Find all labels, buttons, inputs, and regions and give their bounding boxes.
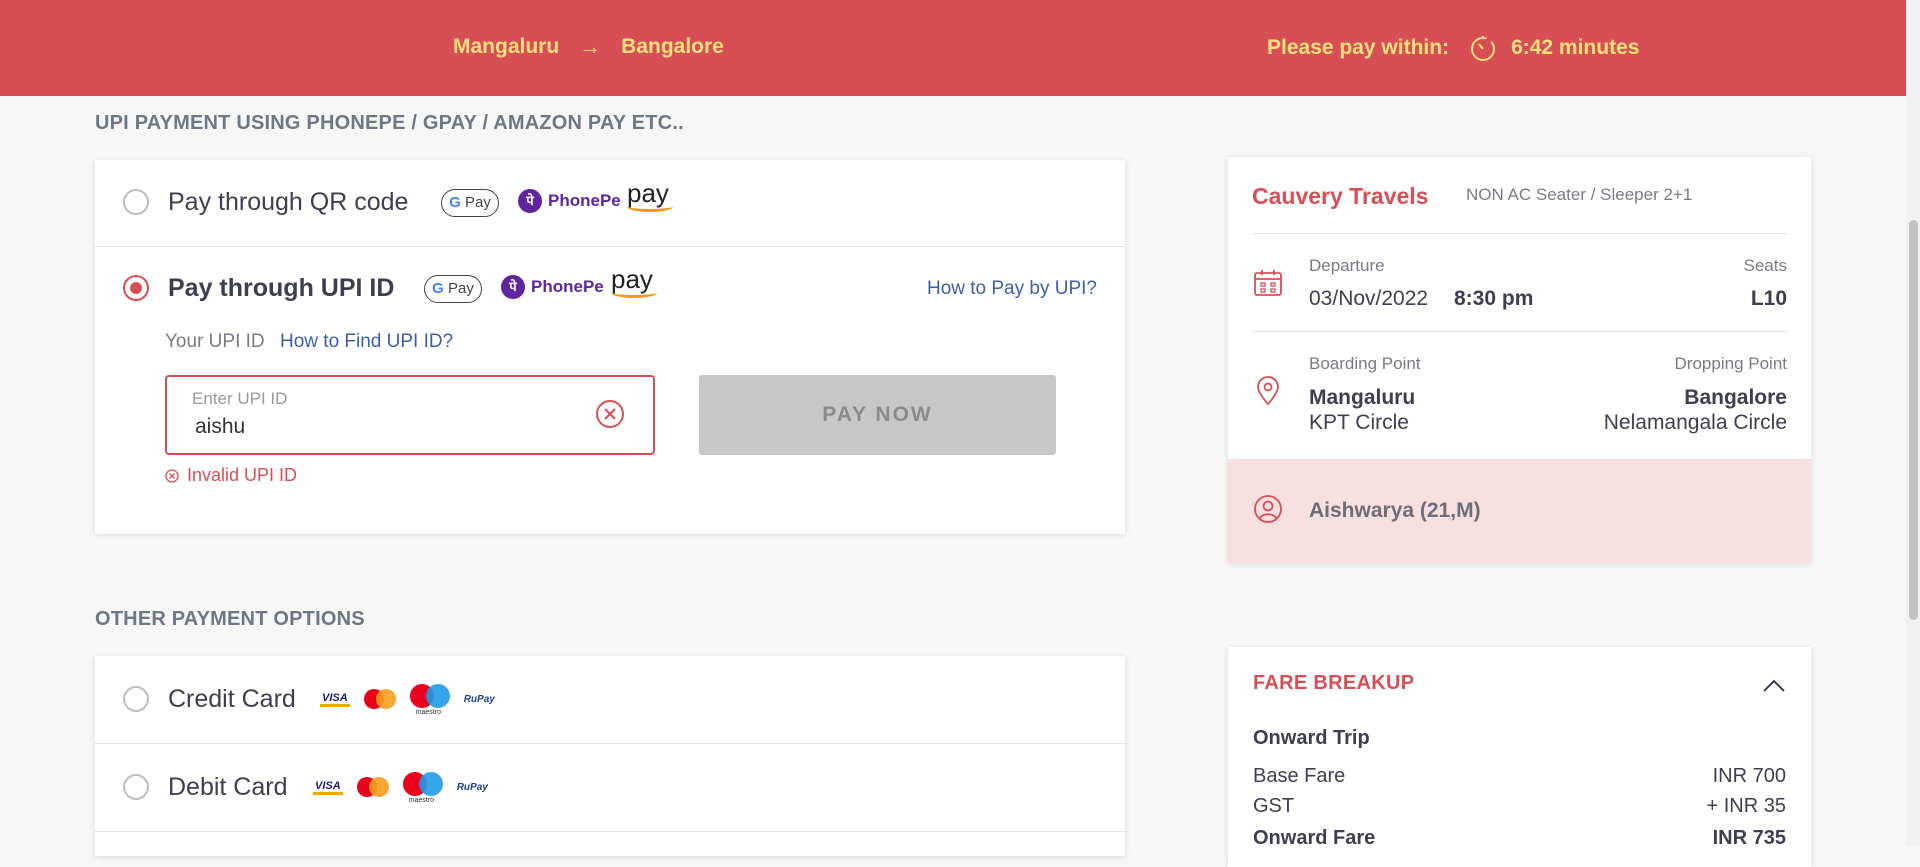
dropping-label: Dropping Point — [1674, 354, 1787, 373]
onward-fare-value: INR 735 — [1712, 827, 1786, 849]
scrollbar-thumb[interactable] — [1909, 220, 1918, 620]
onward-fare-row: Onward Fare INR 735 — [1253, 827, 1786, 850]
bus-type: NON AC Seater / Sleeper 2+1 — [1466, 185, 1693, 204]
timer-label: Please pay within: — [1267, 36, 1450, 59]
upi-card: Pay through QR code G Pay पे PhonePe pay … — [95, 160, 1125, 534]
onward-trip-heading: Onward Trip — [1253, 727, 1370, 749]
gst-value: + INR 35 — [1706, 795, 1786, 817]
header-bar: Mangaluru → Bangalore Please pay within:… — [0, 0, 1906, 96]
passenger-name: Aishwarya (21,M) — [1309, 499, 1481, 522]
user-icon — [1254, 495, 1282, 523]
seats-label: Seats — [1743, 256, 1787, 275]
gpay-logo: G Pay — [424, 275, 482, 303]
departure-label: Departure — [1309, 256, 1385, 275]
qr-option-label: Pay through QR code — [168, 188, 409, 216]
base-fare-label: Base Fare — [1253, 765, 1346, 787]
phonepe-logo: पे PhonePe — [518, 189, 621, 213]
how-to-find-link[interactable]: How to Find UPI ID? — [280, 331, 453, 353]
passenger-row: Aishwarya (21,M) — [1228, 459, 1811, 563]
upi-section-title: UPI PAYMENT USING PHONEPE / GPAY / AMAZO… — [95, 112, 684, 134]
upi-input-placeholder: Enter UPI ID — [192, 389, 288, 408]
debit-card-radio[interactable] — [123, 774, 149, 800]
upi-error: Invalid UPI ID — [165, 465, 297, 486]
chevron-up-icon[interactable] — [1762, 677, 1786, 693]
rupay-logo: RuPay — [456, 781, 488, 793]
route: Mangaluru → Bangalore — [453, 34, 724, 60]
divider — [1252, 331, 1787, 332]
visa-logo: VISA — [320, 692, 350, 707]
your-upi-label: Your UPI ID — [165, 331, 265, 352]
departure-time: 8:30 pm — [1454, 287, 1534, 310]
mastercard-logo — [363, 689, 396, 709]
divider — [1252, 233, 1787, 234]
amazon-pay-logo: pay — [611, 264, 657, 298]
departure-date: 03/Nov/2022 — [1309, 287, 1429, 310]
payment-timer: Please pay within: 6:42 minutes — [1267, 34, 1639, 62]
how-to-pay-link[interactable]: How to Pay by UPI? — [927, 278, 1097, 300]
maestro-logo: maestro — [402, 772, 443, 804]
qr-radio[interactable] — [123, 189, 149, 215]
location-pin-icon — [1257, 376, 1279, 406]
gst-label: GST — [1253, 795, 1295, 817]
upi-option-label: Pay through UPI ID — [168, 274, 395, 302]
error-text: Invalid UPI ID — [187, 465, 298, 485]
debit-card-option[interactable]: Debit Card VISA maestro RuPay — [95, 744, 1125, 832]
gst-row: GST + INR 35 — [1253, 795, 1786, 818]
rupay-logo: RuPay — [463, 693, 495, 705]
maestro-logo: maestro — [409, 684, 450, 716]
amazon-pay-logo: pay — [627, 178, 673, 212]
mastercard-logo — [356, 777, 389, 797]
dropping-place: Nelamangala Circle — [1603, 411, 1787, 434]
upi-id-input[interactable]: Enter UPI ID aishu — [165, 375, 655, 455]
route-to: Bangalore — [621, 35, 724, 58]
card-logos: VISA maestro RuPay — [320, 684, 495, 716]
fare-title: FARE BREAKUP — [1253, 672, 1415, 694]
dropping-city: Bangalore — [1684, 386, 1787, 409]
arrow-right-icon: → — [579, 34, 602, 59]
credit-card-radio[interactable] — [123, 686, 149, 712]
phonepe-logo: पे PhonePe — [501, 275, 604, 299]
boarding-label: Boarding Point — [1309, 354, 1421, 373]
credit-card-option[interactable]: Credit Card VISA maestro RuPay — [95, 656, 1125, 744]
card-logos: VISA maestro RuPay — [313, 772, 488, 804]
timer-value: 6:42 minutes — [1511, 36, 1640, 59]
operator-name: Cauvery Travels — [1252, 183, 1429, 209]
credit-card-label: Credit Card — [168, 685, 296, 713]
pay-now-button[interactable]: PAY NOW — [699, 375, 1056, 455]
visa-logo: VISA — [313, 780, 343, 795]
onward-fare-label: Onward Fare — [1253, 827, 1376, 849]
fare-breakup-card: FARE BREAKUP Onward Trip Base Fare INR 7… — [1228, 647, 1811, 867]
upi-radio-selected[interactable] — [123, 275, 149, 301]
base-fare-value: INR 700 — [1712, 765, 1786, 787]
other-options-card: Credit Card VISA maestro RuPay Debit Car… — [95, 656, 1125, 856]
error-icon — [165, 468, 179, 483]
route-from: Mangaluru — [453, 35, 560, 58]
base-fare-row: Base Fare INR 700 — [1253, 765, 1786, 788]
upi-input-value[interactable]: aishu — [195, 415, 245, 439]
calendar-icon — [1254, 270, 1282, 296]
clock-icon — [1471, 36, 1496, 61]
boarding-place: KPT Circle — [1309, 411, 1409, 434]
qr-option[interactable]: Pay through QR code G Pay पे PhonePe pay — [95, 160, 1125, 247]
clear-icon[interactable] — [595, 399, 625, 429]
trip-summary-card: Cauvery Travels NON AC Seater / Sleeper … — [1228, 157, 1811, 563]
page-scrollbar[interactable] — [1906, 0, 1920, 846]
seats-value: L10 — [1750, 287, 1787, 310]
other-section-title: OTHER PAYMENT OPTIONS — [95, 608, 365, 630]
gpay-logo: G Pay — [441, 189, 499, 217]
boarding-city: Mangaluru — [1309, 386, 1416, 409]
debit-card-label: Debit Card — [168, 773, 288, 801]
